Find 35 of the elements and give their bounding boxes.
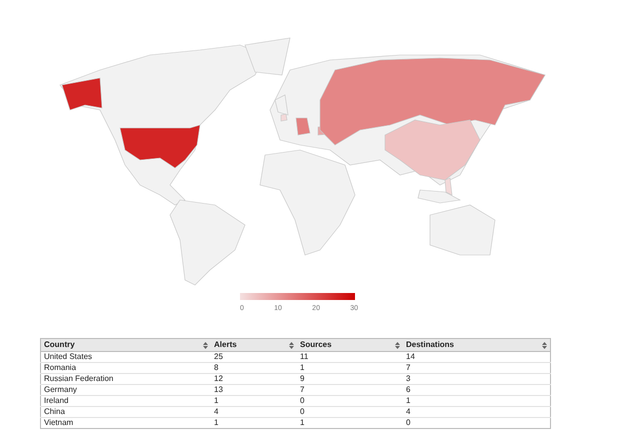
table-cell: 6 bbox=[406, 385, 410, 394]
table-cell: 9 bbox=[300, 374, 304, 383]
table-cell: 8 bbox=[214, 363, 218, 372]
table-cell: 13 bbox=[214, 385, 223, 394]
table-cell: Russian Federation bbox=[44, 374, 114, 383]
table-cell: 4 bbox=[214, 407, 218, 416]
sort-icon[interactable] bbox=[203, 342, 208, 348]
table-cell: United States bbox=[44, 352, 92, 361]
table-cell: 1 bbox=[214, 418, 218, 427]
table-cell: 7 bbox=[300, 385, 304, 394]
table-cell: 11 bbox=[300, 352, 308, 361]
country-shape bbox=[296, 118, 310, 136]
table-cell: 4 bbox=[406, 407, 410, 416]
table-cell: China bbox=[44, 407, 65, 416]
table-cell: 0 bbox=[406, 418, 410, 427]
sort-icon[interactable] bbox=[542, 342, 547, 348]
table-cell: 1 bbox=[406, 396, 410, 405]
table-cell: 14 bbox=[406, 352, 415, 361]
table-cell: 0 bbox=[300, 407, 304, 416]
table-cell: 1 bbox=[300, 363, 304, 372]
sort-icon[interactable] bbox=[289, 342, 294, 348]
table-cell: Ireland bbox=[44, 396, 68, 405]
table-cell: Romania bbox=[44, 363, 76, 372]
table-cell: Germany bbox=[44, 385, 77, 394]
table-cell: 1 bbox=[214, 396, 218, 405]
table-cell: 3 bbox=[406, 374, 410, 383]
table-cell: 12 bbox=[214, 374, 223, 383]
table-cell: 25 bbox=[214, 352, 223, 361]
table-cell: 1 bbox=[300, 418, 304, 427]
country-shape bbox=[280, 114, 288, 122]
table-cell: 7 bbox=[406, 363, 410, 372]
column-header[interactable]: Country bbox=[44, 340, 75, 350]
sort-icon[interactable] bbox=[395, 342, 400, 348]
table-cell: Vietnam bbox=[44, 418, 74, 427]
table-cell: 0 bbox=[300, 396, 304, 405]
